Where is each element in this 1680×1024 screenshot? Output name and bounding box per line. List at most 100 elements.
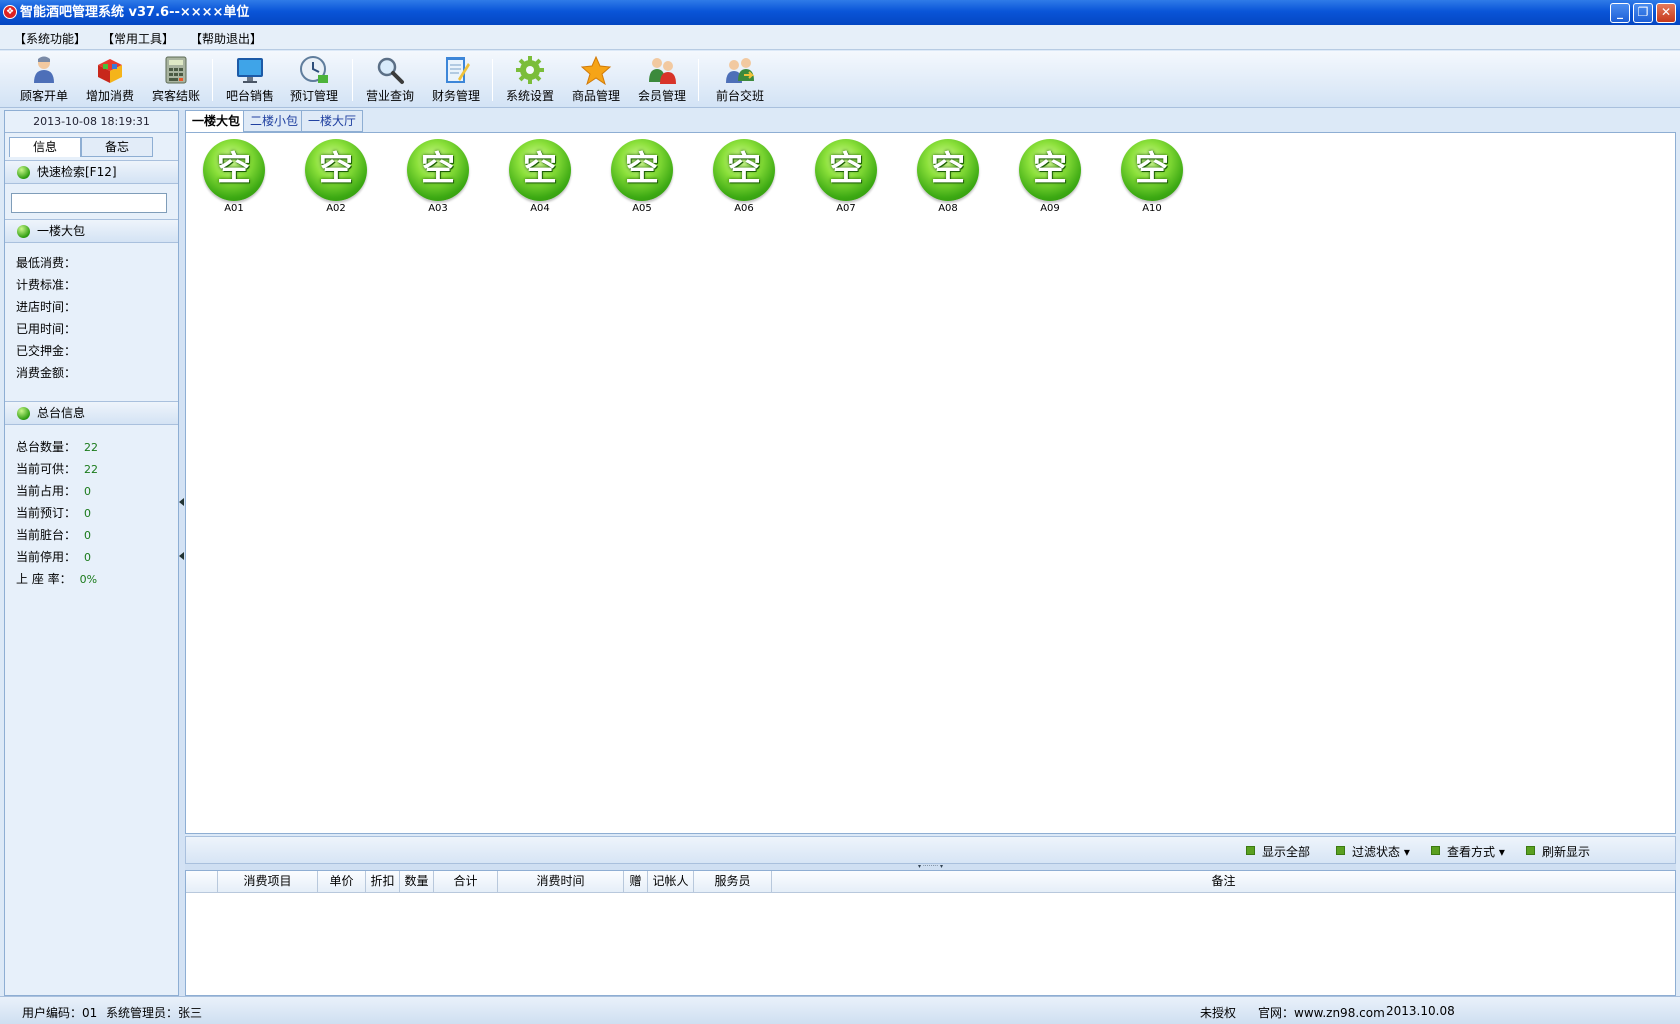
green-dot-icon [17,225,30,238]
room-name: A01 [224,203,244,214]
user-code: 用户编码：01 [22,1006,98,1020]
column-header[interactable]: 折扣 [366,871,400,892]
bar-sales-button[interactable]: 吧台销售 [218,55,282,107]
summary-row: 当前可供： 22 [16,460,98,477]
toolbar-label: 宾客结账 [151,89,200,103]
room-tile[interactable]: 空 A04 [500,139,580,219]
collapse-arrow-icon[interactable] [179,498,184,506]
room-tile[interactable]: 空 A02 [296,139,376,219]
tab-floor2-small-room[interactable]: 二楼小包 [243,110,306,132]
room-name: A08 [938,203,958,214]
toolbar-label: 顾客开单 [19,89,68,103]
refresh-display-button[interactable]: 刷新显示 [1526,843,1590,860]
title-bar: ❖ 智能酒吧管理系统 v37.6--××××单位 _ ❐ ✕ [0,0,1680,25]
toolbar-label: 财务管理 [431,89,480,103]
room-name: A04 [530,203,550,214]
toolbar: 顾客开单 增加消费 宾客结账 吧台销售 预订管理 营业查询 财务管理 系统设置 … [0,51,1680,108]
website[interactable]: 官网：www.zn98.com [1258,1004,1385,1021]
left-panel: 2013-10-08 18:19:31 信息 备忘 快速检索[F12] 一楼大包… [4,110,179,996]
close-button[interactable]: ✕ [1656,3,1676,23]
members-icon [649,58,676,84]
summary-label: 当前预订： [16,506,77,520]
column-header[interactable]: 消费项目 [218,871,318,892]
magnifier-icon [377,57,404,84]
checkout-calculator-icon [165,56,187,84]
system-settings-button[interactable]: 系统设置 [498,55,562,107]
quick-search-input[interactable] [11,193,167,213]
column-header[interactable]: 消费时间 [498,871,624,892]
room-available-icon: 空 [407,139,469,201]
summary-row: 当前停用： 0 [16,548,91,565]
summary-value: 0% [79,573,98,586]
room-available-icon: 空 [1019,139,1081,201]
summary-label: 总台数量： [16,440,77,454]
tab-floor1-hall[interactable]: 一楼大厅 [301,110,364,132]
filter-status-dropdown[interactable]: 过滤状态 ▾ [1336,843,1410,860]
collapse-arrow-icon[interactable] [179,552,184,560]
summary-label: 当前可供： [16,462,77,476]
room-tile[interactable]: 空 A09 [1010,139,1090,219]
business-query-button[interactable]: 营业查询 [358,55,422,107]
shift-handover-button[interactable]: 前台交班 [708,55,772,107]
toolbar-separator [698,59,699,101]
room-tile[interactable]: 空 A06 [704,139,784,219]
checkout-button[interactable]: 宾客结账 [144,55,208,107]
summary-value: 0 [84,529,92,542]
add-consumption-icon [98,59,122,83]
reservation-button[interactable]: 预订管理 [282,55,346,107]
room-tile[interactable]: 空 A07 [806,139,886,219]
summary-value: 0 [84,507,92,520]
show-all-button[interactable]: 显示全部 [1246,843,1310,860]
toolbar-label: 系统设置 [505,89,554,103]
app-logo-icon: ❖ [3,5,17,19]
tab-info[interactable]: 信息 [9,137,81,157]
room-tile[interactable]: 空 A08 [908,139,988,219]
member-management-button[interactable]: 会员管理 [630,55,694,107]
license-status: 未授权 [1200,1006,1237,1020]
menu-system-functions[interactable]: 【系统功能】 [14,30,86,47]
room-tile[interactable]: 空 A03 [398,139,478,219]
column-header[interactable]: 合计 [434,871,498,892]
room-tile[interactable]: 空 A05 [602,139,682,219]
billing-standard-label: 计费标准： [16,278,77,292]
toolbar-label: 前台交班 [715,89,764,103]
restore-icon: ❐ [1637,5,1649,19]
room-available-icon: 空 [305,139,367,201]
restore-button[interactable]: ❐ [1633,3,1653,23]
finance-button[interactable]: 财务管理 [424,55,488,107]
column-header[interactable]: 单价 [318,871,366,892]
room-grid: 空 A01 空 A02 空 A03 空 A04 空 A05 空 A06 空 A07 空 A08 … [185,132,1676,834]
toolbar-label: 吧台销售 [225,89,274,103]
minimize-button[interactable]: _ [1610,3,1630,23]
monitor-icon [237,58,263,83]
column-header[interactable]: 数量 [400,871,434,892]
tab-floor1-large-room[interactable]: 一楼大包 [185,110,248,133]
product-management-button[interactable]: 商品管理 [564,55,628,107]
room-name: A07 [836,203,856,214]
consumption-amount-label: 消费金额： [16,366,77,380]
room-available-icon: 空 [815,139,877,201]
status-date: 2013.10.08 [1386,1004,1455,1018]
column-header[interactable] [186,871,218,892]
tab-memo[interactable]: 备忘 [81,137,153,157]
toolbar-label: 会员管理 [637,89,686,103]
view-mode-dropdown[interactable]: 查看方式 ▾ [1431,843,1505,860]
menu-common-tools[interactable]: 【常用工具】 [102,30,174,47]
add-consumption-button[interactable]: 增加消费 [78,55,142,107]
room-available-icon: 空 [509,139,571,201]
column-header[interactable]: 服务员 [694,871,772,892]
room-tile[interactable]: 空 A01 [194,139,274,219]
action-label: 过滤状态 ▾ [1352,845,1410,859]
column-header[interactable]: 备注 [772,871,1675,892]
summary-label: 当前停用： [16,550,77,564]
room-tile[interactable]: 空 A10 [1112,139,1192,219]
room-name: A05 [632,203,652,214]
menu-help-exit[interactable]: 【帮助退出】 [190,30,262,47]
toolbar-separator [492,59,493,101]
column-header[interactable]: 记帐人 [648,871,694,892]
minimize-icon: _ [1617,5,1623,19]
consumption-detail-table: 消费项目 单价 折扣 数量 合计 消费时间 赠 记帐人 服务员 备注 [185,870,1676,996]
customer-open-button[interactable]: 顾客开单 [12,55,76,107]
column-header[interactable]: 赠 [624,871,648,892]
room-name: A03 [428,203,448,214]
